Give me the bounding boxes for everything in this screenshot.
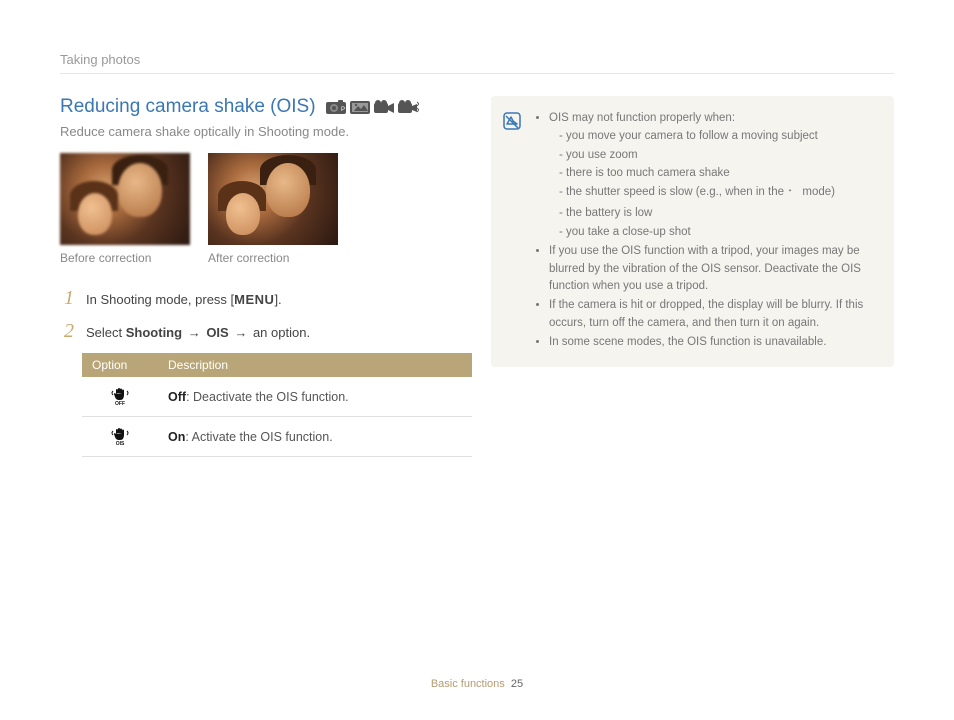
note-text: the shutter speed is slow (e.g., when in… bbox=[566, 186, 787, 198]
page-number: 25 bbox=[511, 678, 523, 690]
step-2-text-a: Select bbox=[86, 325, 126, 340]
section-title: Reducing camera shake (OIS) P bbox=[60, 96, 463, 118]
content-columns: Reducing camera shake (OIS) P Reduce cam… bbox=[60, 96, 894, 457]
footer-section: Basic functions bbox=[431, 678, 505, 690]
step-2-text-d: an option. bbox=[253, 325, 310, 340]
after-photo bbox=[208, 153, 338, 245]
before-caption: Before correction bbox=[60, 251, 190, 265]
col-description: Description bbox=[158, 353, 472, 377]
note-subitem: the battery is low bbox=[559, 205, 876, 223]
step-number: 1 bbox=[64, 287, 78, 310]
options-table: Option Description OFF Off: Deactivate t… bbox=[82, 353, 472, 457]
off-label: Off bbox=[168, 390, 186, 404]
note-item: In some scene modes, the OIS function is… bbox=[549, 334, 876, 352]
arrow-icon: → bbox=[184, 325, 204, 340]
video-icon bbox=[374, 100, 394, 114]
menu-button-label: MENU bbox=[234, 292, 274, 307]
before-photo bbox=[60, 153, 190, 245]
after-photo-block: After correction bbox=[208, 153, 338, 265]
step-1-text-b: ]. bbox=[274, 292, 281, 307]
step-1-text-a: In Shooting mode, press [ bbox=[86, 292, 234, 307]
svg-text:P: P bbox=[341, 107, 345, 113]
example-photos: Before correction After correction bbox=[60, 153, 463, 265]
table-header-row: Option Description bbox=[82, 353, 472, 377]
step-1: 1 In Shooting mode, press [MENU]. bbox=[64, 287, 463, 310]
note-subitem: you take a close-up shot bbox=[559, 224, 876, 242]
note-item: OIS may not function properly when: you … bbox=[549, 110, 876, 242]
col-option: Option bbox=[82, 353, 158, 377]
on-label: On bbox=[168, 430, 185, 444]
shooting-mode-icons: P bbox=[326, 100, 420, 114]
option-off-desc: Off: Deactivate the OIS function. bbox=[158, 377, 472, 417]
step-2-text: Select Shooting → OIS → an option. bbox=[86, 325, 310, 340]
on-desc-text: : Activate the OIS function. bbox=[185, 430, 332, 444]
page-footer: Basic functions 25 bbox=[0, 678, 954, 690]
step-2-shooting: Shooting bbox=[126, 325, 182, 340]
note-item: If the camera is hit or dropped, the dis… bbox=[549, 297, 876, 333]
left-column: Reducing camera shake (OIS) P Reduce cam… bbox=[60, 96, 463, 457]
divider bbox=[60, 73, 894, 74]
camera-p-icon: P bbox=[326, 100, 346, 114]
step-1-text: In Shooting mode, press [MENU]. bbox=[86, 292, 282, 307]
steps-list: 1 In Shooting mode, press [MENU]. 2 Sele… bbox=[60, 287, 463, 343]
section-title-text: Reducing camera shake (OIS) bbox=[60, 96, 316, 118]
note-text: mode) bbox=[799, 186, 835, 198]
table-row: OIS On: Activate the OIS function. bbox=[82, 417, 472, 457]
scene-icon bbox=[350, 100, 370, 114]
night-mode-icon bbox=[787, 186, 799, 204]
note-subitem: you use zoom bbox=[559, 147, 876, 165]
after-caption: After correction bbox=[208, 251, 338, 265]
dual-is-icon bbox=[398, 100, 420, 114]
svg-text:OFF: OFF bbox=[115, 401, 125, 405]
step-2-ois: OIS bbox=[206, 325, 228, 340]
breadcrumb: Taking photos bbox=[60, 52, 894, 67]
option-on-desc: On: Activate the OIS function. bbox=[158, 417, 472, 457]
option-off-icon-cell: OFF bbox=[82, 377, 158, 417]
right-column: OIS may not function properly when: you … bbox=[491, 96, 894, 457]
note-content: OIS may not function properly when: you … bbox=[533, 110, 876, 353]
ois-on-icon: OIS bbox=[110, 425, 130, 448]
step-2: 2 Select Shooting → OIS → an option. bbox=[64, 320, 463, 343]
table-row: OFF Off: Deactivate the OIS function. bbox=[82, 377, 472, 417]
arrow-icon: → bbox=[231, 325, 251, 340]
before-photo-block: Before correction bbox=[60, 153, 190, 265]
note-icon bbox=[503, 112, 523, 353]
manual-page: Taking photos Reducing camera shake (OIS… bbox=[0, 0, 954, 720]
note-box: OIS may not function properly when: you … bbox=[491, 96, 894, 367]
note-item: If you use the OIS function with a tripo… bbox=[549, 243, 876, 296]
note-subitem: there is too much camera shake bbox=[559, 165, 876, 183]
note-subitem: you move your camera to follow a moving … bbox=[559, 128, 876, 146]
step-number: 2 bbox=[64, 320, 78, 343]
note-text: OIS may not function properly when: bbox=[549, 112, 735, 124]
option-on-icon-cell: OIS bbox=[82, 417, 158, 457]
off-desc-text: : Deactivate the OIS function. bbox=[186, 390, 349, 404]
ois-off-icon: OFF bbox=[110, 385, 130, 408]
note-subitem: the shutter speed is slow (e.g., when in… bbox=[559, 184, 876, 204]
svg-text:OIS: OIS bbox=[116, 441, 125, 445]
section-subtitle: Reduce camera shake optically in Shootin… bbox=[60, 124, 463, 139]
